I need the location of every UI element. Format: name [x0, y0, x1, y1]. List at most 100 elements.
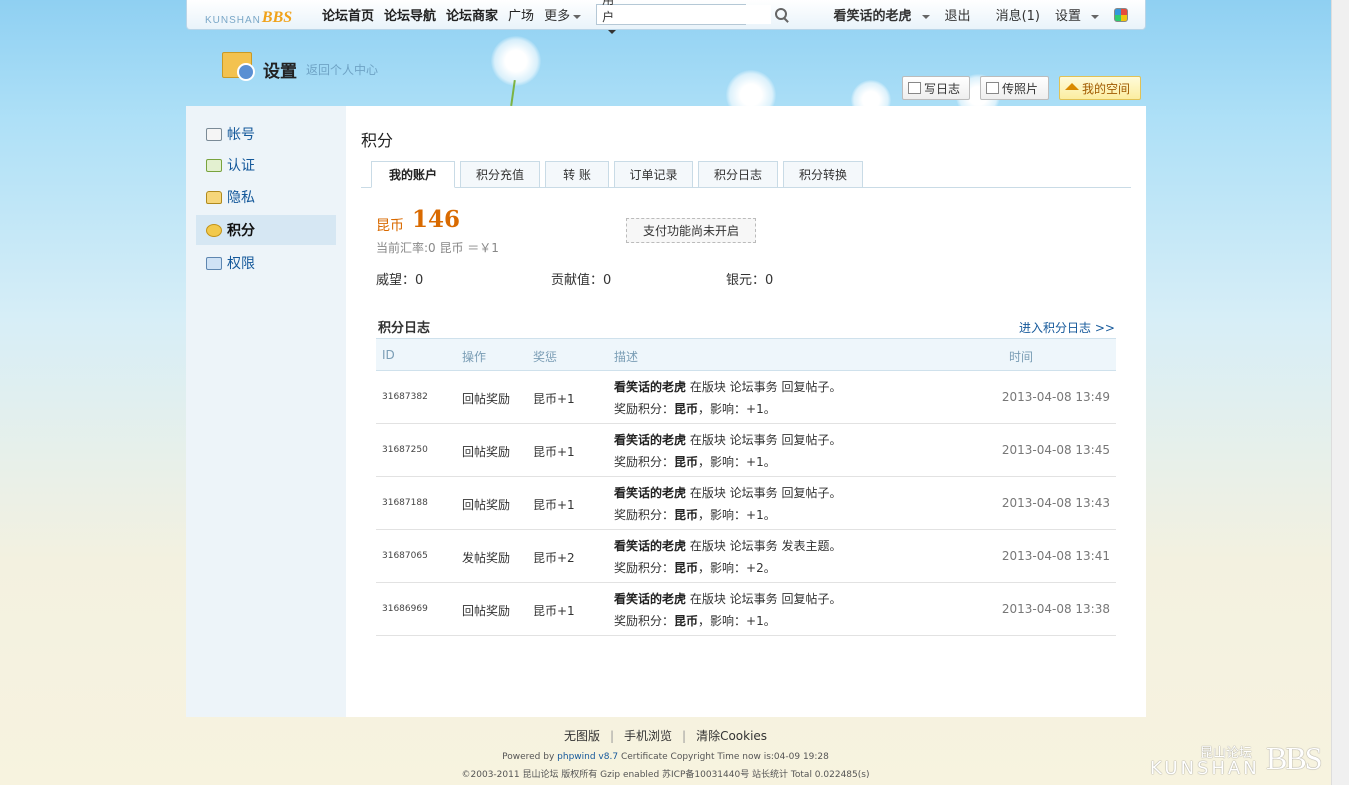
- tab-my-account[interactable]: 我的账户: [371, 161, 455, 188]
- footer-links: 无图版 | 手机浏览 | 清除Cookies: [0, 727, 1331, 744]
- separator: |: [609, 729, 614, 743]
- chevron-down-icon: [573, 14, 582, 19]
- coins-icon: [206, 223, 222, 237]
- row-operation: 回帖奖励: [462, 604, 511, 618]
- tab-recharge[interactable]: 积分充值: [460, 161, 540, 188]
- row-description-text: 在版块 论坛事务 回复帖子。: [686, 486, 842, 500]
- row-operation: 发帖奖励: [462, 551, 511, 565]
- id-card-icon: [206, 127, 222, 141]
- powered-suffix: Certificate Copyright Time now is:04-09 …: [618, 752, 829, 762]
- row-detail-currency: 昆币: [674, 614, 699, 628]
- phpwind-link[interactable]: phpwind v8.7: [557, 752, 618, 762]
- sidebar-item-account[interactable]: 帐号: [196, 120, 336, 148]
- search-scope-label: 用户: [602, 0, 615, 24]
- chevron-down-icon: [921, 14, 930, 19]
- page-scrollbar[interactable]: [1331, 0, 1349, 785]
- back-to-profile-link[interactable]: 返回个人中心: [306, 61, 378, 78]
- nav-merchants[interactable]: 论坛商家: [446, 5, 498, 24]
- row-description: 看笑话的老虎 在版块 论坛事务 回复帖子。: [614, 590, 841, 607]
- row-detail: 奖励积分：昆币，影响：+1。: [614, 506, 776, 523]
- tab-points-convert[interactable]: 积分转换: [783, 161, 863, 188]
- row-detail-prefix: 奖励积分：: [614, 508, 675, 522]
- row-description-text: 在版块 论坛事务 回复帖子。: [686, 592, 842, 606]
- top-navbar: KUNSHAN BBS 论坛首页 论坛导航 论坛商家 广场 更多 用户 看笑话的…: [186, 0, 1146, 34]
- upload-photo-button[interactable]: 传照片: [980, 76, 1049, 100]
- write-diary-button[interactable]: 写日志: [902, 76, 970, 100]
- row-id: 31686969: [382, 604, 428, 614]
- row-time: 2013-04-08 13:41: [1001, 549, 1110, 563]
- row-username[interactable]: 看笑话的老虎: [614, 433, 686, 447]
- row-detail-suffix: ，影响：+1。: [698, 402, 776, 416]
- balance-value: 146: [412, 206, 461, 233]
- sidebar-item-points[interactable]: 积分: [196, 215, 336, 245]
- my-space-button[interactable]: 我的空间: [1059, 76, 1141, 100]
- table-row: 31687382 回帖奖励 昆币+1 看笑话的老虎 在版块 论坛事务 回复帖子。 奖励积…: [376, 371, 1116, 424]
- row-username[interactable]: 看笑话的老虎: [614, 539, 686, 553]
- dandelion-decoration: [491, 36, 541, 86]
- sidebar-item-label: 隐私: [227, 190, 255, 206]
- sidebar-item-certification[interactable]: 认证: [196, 151, 336, 179]
- row-description: 看笑话的老虎 在版块 论坛事务 回复帖子。: [614, 431, 841, 448]
- nav-more[interactable]: 更多: [544, 5, 582, 24]
- row-description: 看笑话的老虎 在版块 论坛事务 回复帖子。: [614, 378, 841, 395]
- my-space-label: 我的空间: [1082, 81, 1131, 96]
- page-section-title: 设置: [263, 62, 297, 82]
- nav-square[interactable]: 广场: [508, 5, 534, 24]
- row-time: 2013-04-08 13:38: [1001, 602, 1110, 616]
- table-row: 31686969 回帖奖励 昆币+1 看笑话的老虎 在版块 论坛事务 回复帖子。 奖励积…: [376, 583, 1116, 636]
- theme-icon[interactable]: [1114, 7, 1128, 22]
- sidebar-item-label: 帐号: [227, 127, 255, 143]
- footer-clear-cookies-link[interactable]: 清除Cookies: [696, 729, 767, 743]
- row-detail: 奖励积分：昆币，影响：+1。: [614, 400, 776, 417]
- stat-silver: 银元：0: [726, 273, 774, 288]
- settings-folder-icon: [222, 52, 255, 81]
- logout-link[interactable]: 退出: [945, 5, 971, 24]
- row-username[interactable]: 看笑话的老虎: [614, 592, 686, 606]
- tab-orders[interactable]: 订单记录: [614, 161, 693, 188]
- page-title: 积分: [361, 131, 394, 150]
- table-body: 31687382 回帖奖励 昆币+1 看笑话的老虎 在版块 论坛事务 回复帖子。 奖励积…: [376, 371, 1116, 636]
- row-description-text: 在版块 论坛事务 发表主题。: [686, 539, 842, 553]
- row-username[interactable]: 看笑话的老虎: [614, 486, 686, 500]
- footer-copyright: ©2003-2011 昆山论坛 版权所有 Gzip enabled 苏ICP备1…: [461, 770, 870, 780]
- stat-contribution: 贡献值：0: [551, 273, 612, 288]
- tab-transfer[interactable]: 转 账: [545, 161, 609, 188]
- row-username[interactable]: 看笑话的老虎: [614, 380, 686, 394]
- footer-no-image-link[interactable]: 无图版: [564, 729, 600, 743]
- sidebar-item-permissions[interactable]: 权限: [196, 249, 336, 277]
- row-id: 31687250: [382, 445, 428, 455]
- row-detail-currency: 昆币: [674, 455, 699, 469]
- tab-points-log[interactable]: 积分日志: [698, 161, 778, 188]
- row-detail: 奖励积分：昆币，影响：+1。: [614, 612, 776, 629]
- row-time: 2013-04-08 13:49: [1001, 390, 1110, 404]
- row-detail: 奖励积分：昆币，影响：+2。: [614, 559, 776, 576]
- site-logo[interactable]: KUNSHAN BBS: [205, 4, 315, 26]
- footer-logo: 昆山论坛 KUNSHAN BBS: [1148, 740, 1343, 780]
- upload-photo-label: 传照片: [1002, 81, 1039, 96]
- username-menu[interactable]: 看笑话的老虎: [829, 5, 935, 24]
- payment-disabled-notice: 支付功能尚未开启: [626, 218, 756, 243]
- lock-icon: [206, 190, 222, 204]
- stat-prestige: 威望：0: [376, 273, 424, 288]
- footer-mobile-link[interactable]: 手机浏览: [624, 729, 672, 743]
- image-icon: [986, 82, 999, 94]
- row-detail-suffix: ，影响：+2。: [698, 561, 776, 575]
- home-icon: [1065, 82, 1079, 90]
- settings-menu[interactable]: 设置: [1050, 5, 1104, 24]
- col-description: 描述: [614, 350, 639, 364]
- row-detail-prefix: 奖励积分：: [614, 561, 675, 575]
- nav-home[interactable]: 论坛首页: [322, 5, 374, 24]
- points-log-link[interactable]: 进入积分日志 >>: [1019, 319, 1115, 336]
- row-reward: 昆币+2: [533, 551, 575, 565]
- footer-logo-en: KUNSHAN: [1150, 758, 1260, 779]
- search-input[interactable]: [616, 5, 772, 24]
- messages-link[interactable]: 消息(1): [996, 5, 1040, 24]
- footer-powered: Powered by phpwind v8.7 Certificate Copy…: [0, 752, 1331, 762]
- nav-guide[interactable]: 论坛导航: [384, 5, 436, 24]
- row-operation: 回帖奖励: [462, 445, 511, 459]
- sidebar-item-privacy[interactable]: 隐私: [196, 183, 336, 211]
- table-header: ID 操作 奖惩 描述 时间: [376, 338, 1116, 371]
- chevron-down-icon: [1091, 14, 1099, 19]
- sidebar-item-label: 认证: [227, 158, 255, 174]
- main-nav: 论坛首页 论坛导航 论坛商家 广场 更多: [317, 5, 586, 24]
